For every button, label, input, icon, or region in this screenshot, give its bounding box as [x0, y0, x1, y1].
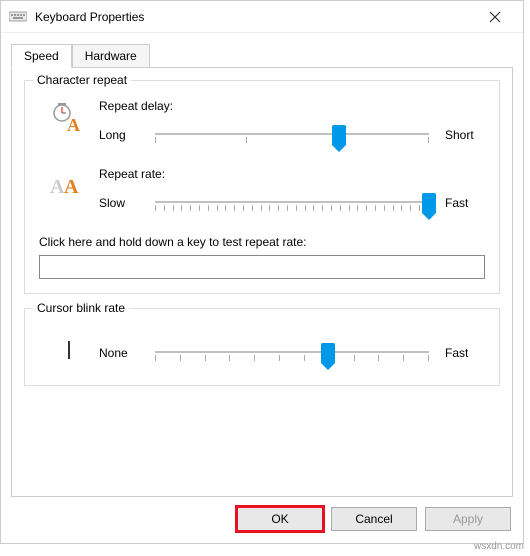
tab-row: Speed Hardware — [11, 44, 513, 68]
test-label: Click here and hold down a key to test r… — [39, 235, 485, 249]
cursor-blink-thumb[interactable] — [321, 343, 335, 363]
ok-button[interactable]: OK — [237, 507, 323, 531]
cursor-blink-right-label: Fast — [435, 346, 485, 360]
repeat-delay-slider[interactable] — [155, 123, 429, 147]
close-icon — [489, 11, 501, 23]
close-button[interactable] — [475, 2, 515, 32]
repeat-rate-right-label: Fast — [435, 196, 485, 210]
watermark: wsxdn.com — [474, 541, 524, 552]
dialog-buttons: OK Cancel Apply — [1, 497, 523, 543]
repeat-delay-row: A Repeat delay: Long Short — [39, 99, 485, 147]
repeat-rate-row: A A Repeat rate: Slow — [39, 167, 485, 215]
cursor-blink-slider[interactable] — [155, 341, 429, 365]
repeat-rate-slider[interactable] — [155, 191, 429, 215]
repeat-delay-left-label: Long — [99, 128, 149, 142]
test-area: Click here and hold down a key to test r… — [39, 235, 485, 279]
test-input[interactable] — [39, 255, 485, 279]
cursor-blink-group: Cursor blink rate None — [24, 308, 500, 386]
repeat-rate-left-label: Slow — [99, 196, 149, 210]
apply-button[interactable]: Apply — [425, 507, 511, 531]
repeat-rate-label: Repeat rate: — [99, 167, 485, 181]
svg-text:A: A — [50, 176, 65, 197]
titlebar: Keyboard Properties — [1, 1, 523, 33]
repeat-delay-thumb[interactable] — [332, 125, 346, 145]
repeat-delay-label: Repeat delay: — [99, 99, 485, 113]
cursor-blink-left-label: None — [99, 346, 149, 360]
cursor-blink-icon — [39, 327, 99, 359]
svg-text:A: A — [67, 115, 80, 133]
character-repeat-group: Character repeat A Repeat delay: — [24, 80, 500, 294]
tab-hardware[interactable]: Hardware — [72, 44, 150, 68]
repeat-rate-thumb[interactable] — [422, 193, 436, 213]
tabs-container: Speed Hardware Character repeat A — [1, 33, 523, 497]
keyboard-properties-dialog: Keyboard Properties Speed Hardware Chara… — [0, 0, 524, 544]
cursor-blink-title: Cursor blink rate — [33, 301, 129, 315]
svg-text:A: A — [64, 176, 79, 197]
cancel-button[interactable]: Cancel — [331, 507, 417, 531]
tab-speed[interactable]: Speed — [11, 44, 72, 68]
window-title: Keyboard Properties — [35, 10, 475, 24]
character-repeat-title: Character repeat — [33, 73, 131, 87]
tab-panel-speed: Character repeat A Repeat delay: — [11, 67, 513, 497]
keyboard-icon — [9, 10, 27, 24]
repeat-rate-icon: A A — [39, 167, 99, 197]
repeat-delay-right-label: Short — [435, 128, 485, 142]
repeat-delay-icon: A — [39, 99, 99, 133]
